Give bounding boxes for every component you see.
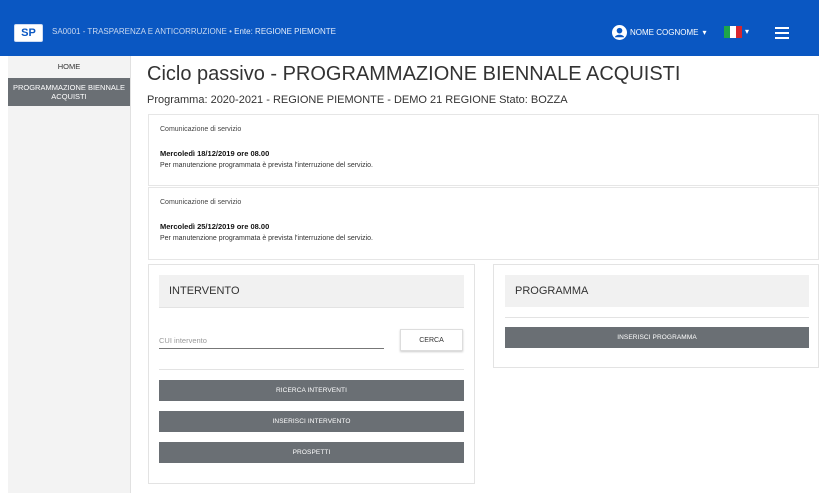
context-separator: • [229,27,232,36]
notice-heading: Comunicazione di servizio [160,199,242,206]
user-name: NOME COGNOME [630,27,699,37]
intervento-header: INTERVENTO [159,275,464,307]
top-navbar: SP SA0001 - TRASPARENZA E ANTICORRUZIONE… [0,0,819,56]
notice-heading: Comunicazione di servizio [160,126,242,133]
sidebar-item-home[interactable]: HOME [8,56,130,78]
cerca-button[interactable]: CERCA [400,329,463,351]
service-notice: Comunicazione di servizio Mercoledì 18/1… [148,114,819,186]
user-avatar-icon [612,24,627,40]
context-title: SA0001 - TRASPARENZA E ANTICORRUZIONE • … [52,27,336,36]
intervento-divider [159,307,464,308]
app-context-label: SA0001 - TRASPARENZA E ANTICORRUZIONE [52,27,227,36]
ricerca-interventi-button[interactable]: RICERCA INTERVENTI [159,380,464,401]
programma-header: PROGRAMMA [505,275,809,307]
cui-intervento-input[interactable] [159,332,384,349]
prospetti-button[interactable]: PROSPETTI [159,442,464,463]
intervento-divider-2 [159,369,464,370]
chevron-down-icon: ▾ [702,27,707,37]
notice-text: Per manutenzione programmata è prevista … [160,235,373,242]
ente-label: Ente: REGIONE PIEMONTE [234,27,336,36]
hamburger-menu-icon[interactable] [775,27,789,39]
programma-divider [505,317,809,318]
page-title: Ciclo passivo - PROGRAMMAZIONE BIENNALE … [147,63,681,85]
app-logo[interactable]: SP [14,24,43,42]
notice-date: Mercoledì 25/12/2019 ore 08.00 [160,222,270,231]
language-flag-icon[interactable] [724,26,742,38]
language-chevron-down-icon[interactable]: ▾ [745,27,749,36]
inserisci-intervento-button[interactable]: INSERISCI INTERVENTO [159,411,464,432]
sidebar: HOME PROGRAMMAZIONE BIENNALE ACQUISTI [8,56,131,493]
notice-date: Mercoledì 18/12/2019 ore 08.00 [160,149,270,158]
notice-text: Per manutenzione programmata è prevista … [160,162,373,169]
service-notice: Comunicazione di servizio Mercoledì 25/1… [148,187,819,260]
program-subtitle: Programma: 2020-2021 - REGIONE PIEMONTE … [147,94,568,106]
sidebar-item-programmazione[interactable]: PROGRAMMAZIONE BIENNALE ACQUISTI [8,78,130,106]
inserisci-programma-button[interactable]: INSERISCI PROGRAMMA [505,327,809,348]
user-menu[interactable]: NOME COGNOME ▾ [612,24,706,40]
